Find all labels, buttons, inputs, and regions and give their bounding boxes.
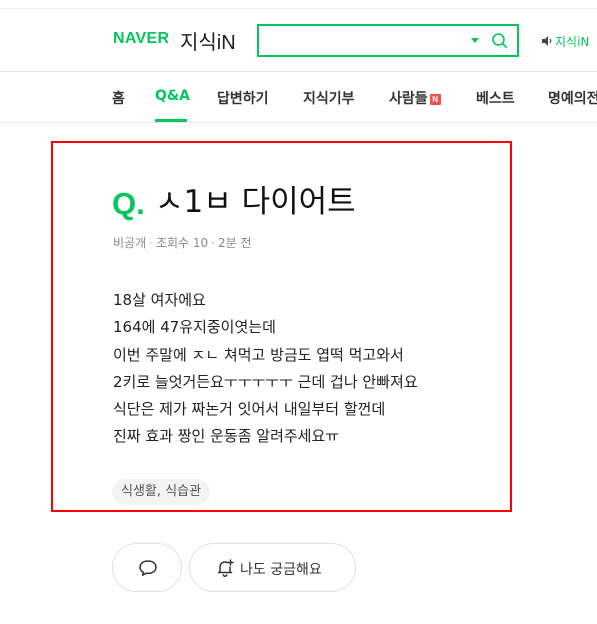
question-body: 18살 여자에요 164에 47유지중이엿는데 이번 주말에 ㅈㄴ 쳐먹고 방금… (113, 287, 503, 451)
voice-link[interactable]: 지식iN (541, 33, 589, 50)
search-input[interactable] (265, 30, 460, 52)
question-title: ㅅ1ㅂ 다이어트 (155, 184, 356, 220)
search-icon[interactable] (491, 32, 509, 50)
nav-item-home[interactable]: 홈 (112, 88, 125, 108)
question-meta: 비공개 · 조회수 10 · 2분 전 (113, 234, 252, 251)
body-line: 2키로 늘엇거든요ㅜㅜㅜㅜㅜ 근데 겁나 안빠져요 (113, 372, 418, 391)
curious-button[interactable]: 나도 궁금해요 (189, 543, 356, 592)
views-count: 10 (192, 236, 209, 250)
body-line: 164에 47유지중이엿는데 (113, 318, 276, 337)
bell-plus-icon (217, 559, 234, 577)
comment-icon (139, 560, 157, 576)
body-line: 식단은 제가 짜논거 잇어서 내일부터 할껀데 (113, 400, 386, 419)
nav-item-qna[interactable]: Q&A (155, 88, 190, 104)
nav-item-answer[interactable]: 답변하기 (217, 88, 269, 108)
voice-link-label: 지식iN (555, 35, 590, 49)
body-line: 18살 여자에요 (113, 291, 206, 309)
body-line: 이번 주말에 ㅈㄴ 쳐먹고 방금도 엽떡 먹고와서 (113, 345, 404, 364)
nav-item-best[interactable]: 베스트 (476, 88, 515, 108)
speaker-icon (541, 35, 553, 47)
naver-logo[interactable]: NAVER (113, 30, 169, 48)
new-badge: N (429, 94, 441, 105)
main-nav: 홈 Q&A 답변하기 지식기부 사람들N 베스트 명예의전당 (0, 72, 597, 122)
post-time: 2분 전 (218, 236, 252, 250)
nav-item-people[interactable]: 사람들 N (389, 88, 441, 108)
question-mark-label: Q. (112, 186, 145, 221)
meta-separator: · (211, 236, 216, 250)
nav-item-hall-of-fame[interactable]: 명예의전당 (548, 88, 597, 108)
category-tag[interactable]: 식생활, 식습관 (112, 479, 211, 505)
search-dropdown-icon[interactable] (471, 38, 479, 43)
nav-divider (0, 122, 597, 123)
header: NAVER 지식iN 지식iN (0, 9, 597, 71)
search-box (257, 24, 519, 57)
views-label: 조회수 (155, 236, 190, 250)
nav-item-people-label: 사람들 (389, 91, 428, 107)
kin-logo[interactable]: 지식iN (180, 26, 236, 55)
comment-button[interactable] (112, 543, 182, 592)
nav-item-donate[interactable]: 지식기부 (303, 88, 355, 108)
curious-button-label: 나도 궁금해요 (240, 562, 322, 578)
author-name: 비공개 (113, 236, 147, 250)
body-line: 진짜 효과 짱인 운동좀 알려주세요ㅠ (113, 427, 340, 446)
meta-separator: · (149, 236, 153, 250)
